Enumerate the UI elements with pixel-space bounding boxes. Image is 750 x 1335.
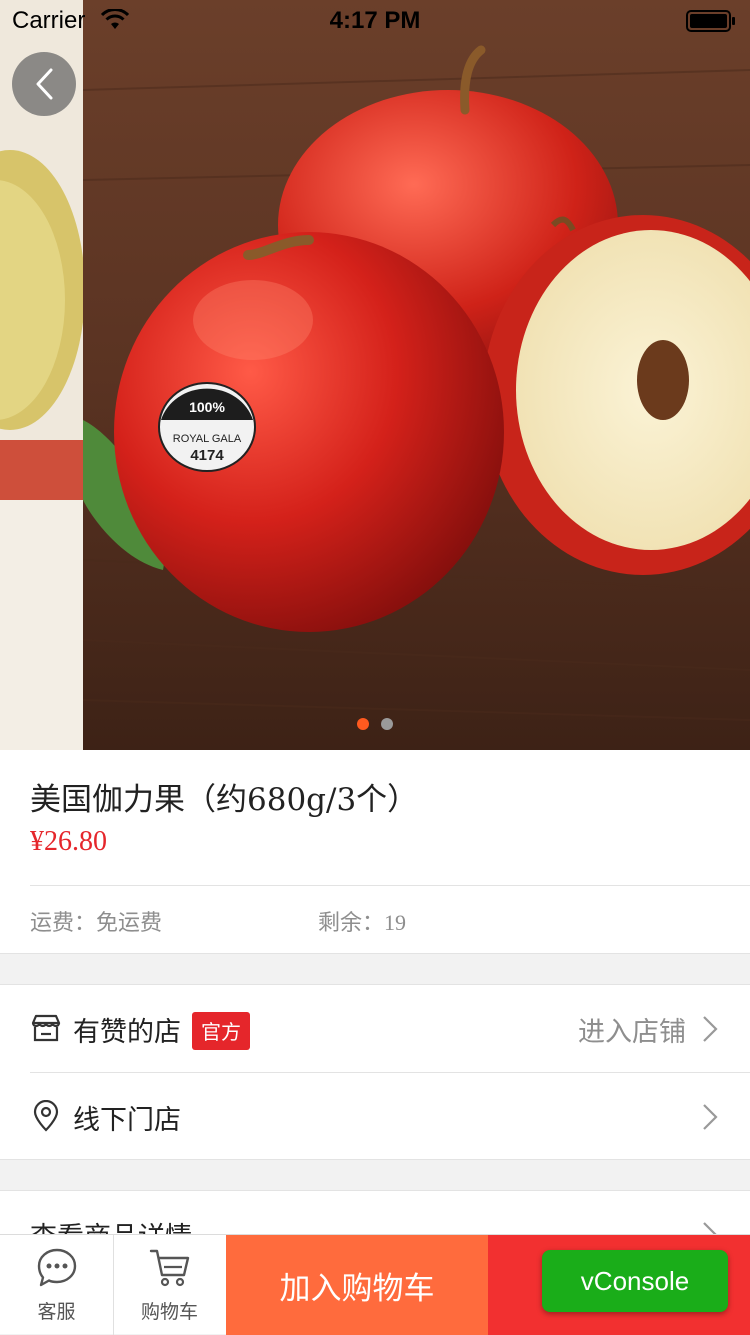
shipping-info: 运费：免运费: [30, 905, 162, 937]
shopping-cart-icon: [149, 1249, 190, 1287]
chat-bubble-icon: [37, 1248, 77, 1287]
svg-text:100%: 100%: [189, 399, 225, 415]
battery-icon: [686, 10, 736, 32]
carousel-pagination: [0, 718, 750, 730]
chevron-left-icon: [36, 68, 53, 100]
vconsole-button[interactable]: vConsole: [542, 1250, 728, 1312]
shop-name: 有赞的店: [73, 1017, 181, 1048]
cart-label: 购物车: [140, 1301, 198, 1323]
add-to-cart-button[interactable]: 加入购物车: [226, 1235, 488, 1335]
vconsole-label: vConsole: [580, 1265, 690, 1296]
official-badge: 官方: [192, 1012, 250, 1050]
shipping-label: 运费：: [30, 911, 97, 936]
divider: [0, 953, 750, 954]
back-button[interactable]: [12, 52, 76, 116]
carousel-dot-1[interactable]: [357, 718, 369, 730]
status-bar: Carrier 4:17 PM: [0, 0, 750, 40]
clock: 4:17 PM: [329, 7, 421, 34]
stock-label: 剩余：: [318, 911, 385, 936]
carousel-dot-2[interactable]: [381, 718, 393, 730]
product-title: 美国伽力果（约680g/3个）: [30, 782, 419, 818]
carousel-slide-apples: 100% ROYAL GALA 4174: [83, 0, 750, 750]
stock-value: 19: [384, 910, 407, 935]
chevron-right-icon: [703, 1016, 718, 1042]
location-pin-icon: [33, 1100, 59, 1132]
cart-button[interactable]: 购物车: [113, 1235, 226, 1335]
chevron-right-icon: [703, 1104, 718, 1130]
svg-text:4174: 4174: [190, 447, 224, 464]
product-image-carousel[interactable]: 100% ROYAL GALA 4174: [0, 0, 750, 750]
product-price: ¥26.80: [30, 826, 107, 857]
customer-service-label: 客服: [37, 1301, 76, 1323]
offline-store-label: 线下门店: [73, 1105, 181, 1136]
shop-list: 有赞的店 官方 进入店铺 线下门店: [0, 984, 750, 1160]
divider: [30, 885, 750, 886]
stock-info: 剩余：19: [318, 905, 406, 937]
store-icon: [31, 1014, 61, 1042]
offline-store-row[interactable]: 线下门店: [0, 1073, 750, 1160]
customer-service-button[interactable]: 客服: [0, 1235, 113, 1335]
add-to-cart-label: 加入购物车: [279, 1270, 435, 1307]
shop-row[interactable]: 有赞的店 官方 进入店铺: [0, 985, 750, 1073]
shipping-value: 免运费: [96, 911, 163, 936]
product-info-card: 美国伽力果（约680g/3个） ¥26.80 运费：免运费 剩余：19: [0, 750, 750, 954]
enter-shop-link[interactable]: 进入店铺: [578, 1010, 686, 1049]
svg-text:ROYAL GALA: ROYAL GALA: [173, 433, 242, 445]
